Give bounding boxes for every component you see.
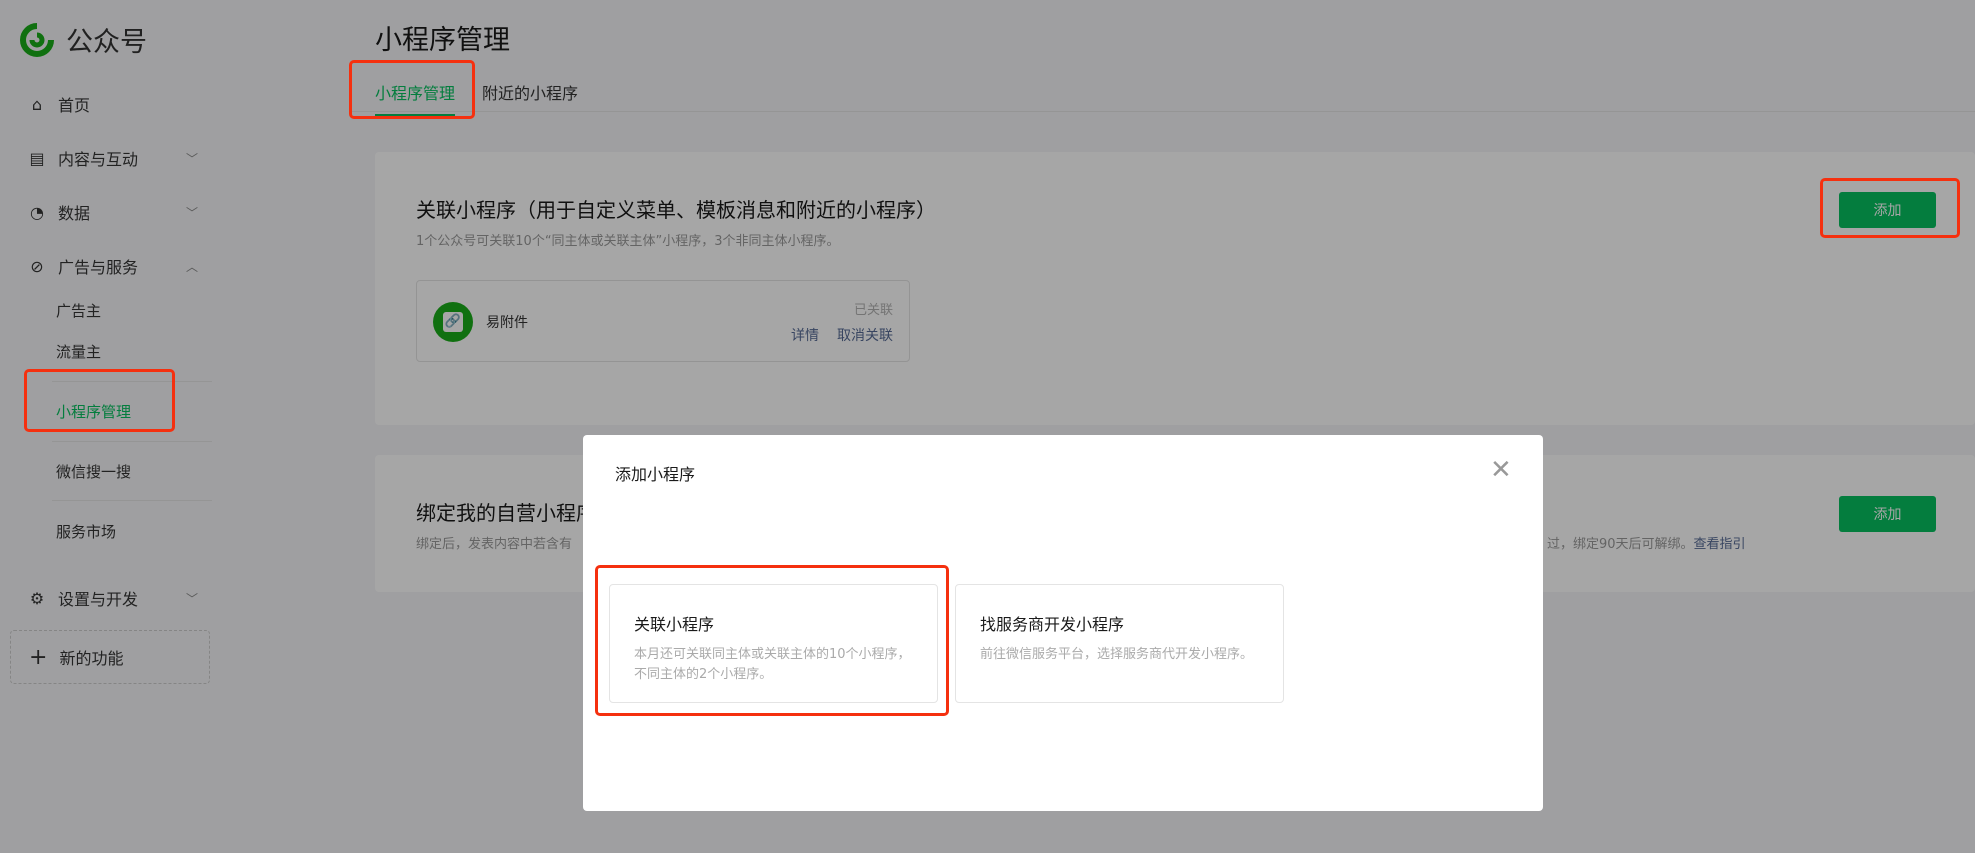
option-title: 找服务商开发小程序 <box>980 615 1125 634</box>
option-find-provider[interactable]: 找服务商开发小程序 前往微信服务平台，选择服务商代开发小程序。 <box>955 584 1284 703</box>
dialog-title: 添加小程序 <box>615 465 696 484</box>
annotation-highlight <box>1820 178 1960 238</box>
close-icon[interactable]: ✕ <box>1490 455 1512 485</box>
option-desc: 前往微信服务平台，选择服务商代开发小程序。 <box>980 647 1254 662</box>
annotation-highlight <box>349 60 475 119</box>
annotation-highlight <box>24 369 175 432</box>
annotation-highlight <box>595 565 949 716</box>
